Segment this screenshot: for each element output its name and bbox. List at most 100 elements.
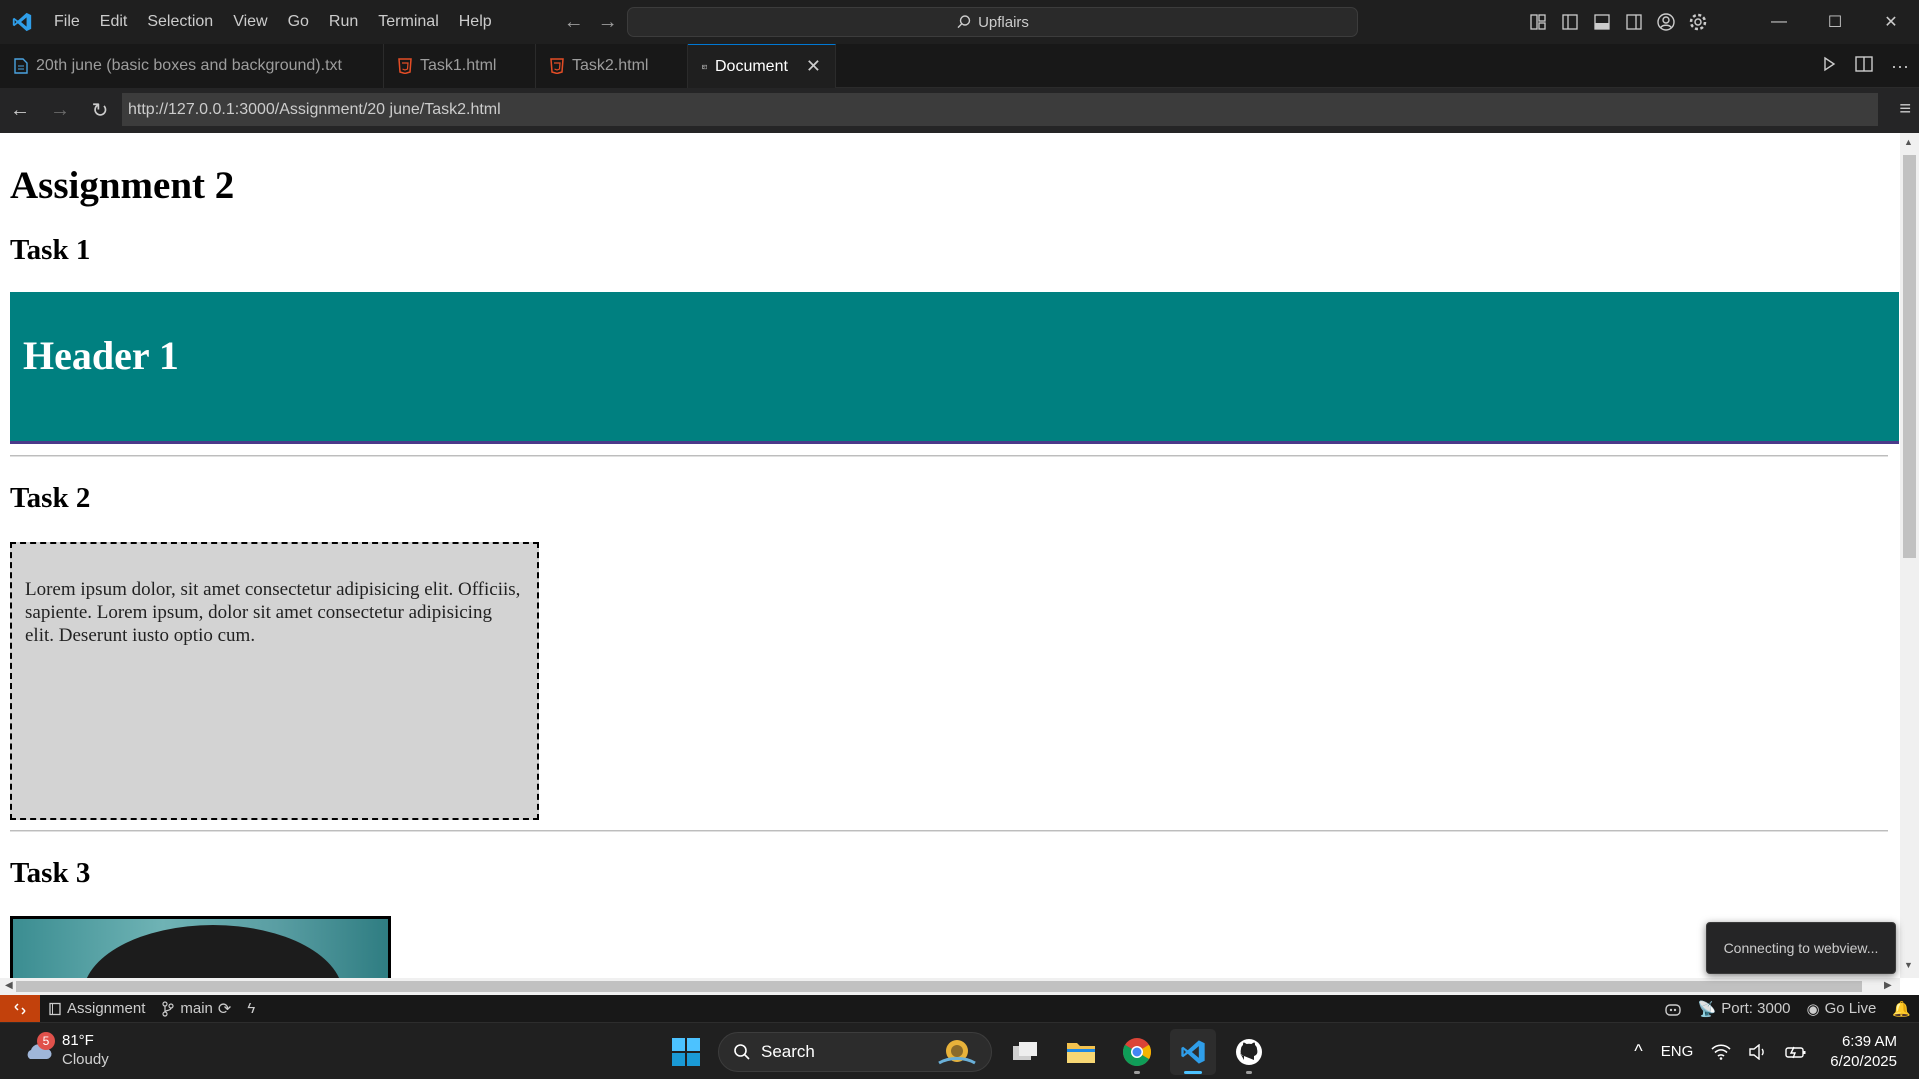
- tab-task2-html[interactable]: Task2.html: [536, 44, 688, 88]
- copilot-status[interactable]: [1656, 995, 1690, 1022]
- wifi-icon[interactable]: [1702, 1043, 1740, 1060]
- task-view-icon[interactable]: [1002, 1029, 1048, 1075]
- scroll-left-icon[interactable]: ◀: [5, 980, 13, 991]
- scroll-up-icon[interactable]: ▲: [1904, 137, 1913, 147]
- menu-help[interactable]: Help: [449, 7, 502, 37]
- chrome-icon[interactable]: [1114, 1029, 1160, 1075]
- menu-selection[interactable]: Selection: [137, 7, 223, 37]
- vscode-logo-icon: [0, 0, 44, 44]
- back-arrow-icon[interactable]: ←: [562, 11, 586, 34]
- scroll-down-icon[interactable]: ▼: [1904, 960, 1913, 970]
- status-folder[interactable]: Assignment: [40, 995, 153, 1022]
- notifications[interactable]: 🔔: [1884, 995, 1919, 1022]
- window-controls: — ☐ ✕: [1751, 0, 1919, 44]
- url-input[interactable]: [122, 93, 1878, 126]
- history-nav: ← →: [562, 11, 620, 34]
- scroll-thumb[interactable]: [16, 981, 1862, 992]
- horizontal-scrollbar[interactable]: ◀ ▶: [0, 978, 1900, 995]
- browser-menu-icon[interactable]: ≡: [1899, 98, 1911, 121]
- vertical-scrollbar[interactable]: ▲ ▼: [1900, 133, 1919, 978]
- battery-icon[interactable]: [1776, 1044, 1816, 1060]
- active-indicator: [1184, 1070, 1202, 1074]
- browser-back-icon[interactable]: ←: [0, 99, 40, 122]
- taskbar-search[interactable]: Search: [718, 1031, 992, 1072]
- maximize-icon[interactable]: ☐: [1807, 0, 1863, 44]
- scroll-thumb[interactable]: [1903, 155, 1916, 558]
- html-file-icon: [398, 58, 412, 74]
- search-highlight-icon: [938, 1039, 976, 1064]
- menu-run[interactable]: Run: [319, 7, 368, 37]
- close-window-icon[interactable]: ✕: [1863, 0, 1919, 44]
- split-editor-icon[interactable]: [1855, 55, 1873, 77]
- menu-go[interactable]: Go: [278, 7, 319, 37]
- reload-icon[interactable]: ↻: [80, 98, 120, 123]
- more-actions-icon[interactable]: ···: [1891, 56, 1909, 77]
- status-branch[interactable]: main ⟳: [153, 995, 239, 1022]
- status-lightning[interactable]: ϟ: [239, 995, 263, 1022]
- settings-gear-icon[interactable]: [1687, 11, 1709, 33]
- remote-indicator[interactable]: [0, 995, 40, 1022]
- clock[interactable]: 6:39 AM 6/20/2025: [1816, 1032, 1919, 1072]
- vscode-taskbar-icon[interactable]: [1170, 1028, 1216, 1075]
- forward-arrow-icon[interactable]: →: [596, 11, 620, 34]
- layout-controls: [1527, 0, 1709, 44]
- running-indicator: [1246, 1070, 1252, 1074]
- go-live-icon: ◉: [1806, 1000, 1820, 1018]
- customize-layout-icon[interactable]: [1527, 11, 1549, 33]
- copilot-icon: [1664, 1003, 1681, 1016]
- divider: [10, 455, 1888, 457]
- weather-widget[interactable]: 5 81°F Cloudy: [22, 1031, 109, 1069]
- account-icon[interactable]: [1655, 11, 1677, 33]
- volume-icon[interactable]: [1740, 1043, 1776, 1060]
- minimize-icon[interactable]: —: [1751, 0, 1807, 44]
- menu-view[interactable]: View: [223, 7, 277, 37]
- time: 6:39 AM: [1841, 1032, 1897, 1050]
- html-file-icon: [550, 58, 564, 74]
- search-label: Search: [761, 1041, 815, 1061]
- editor-actions: ···: [1821, 44, 1909, 88]
- system-tray: ^ ENG 6:39 AM 6/20/2025: [1625, 1023, 1919, 1079]
- windows-start-icon[interactable]: [664, 1030, 708, 1074]
- close-icon[interactable]: ✕: [806, 56, 821, 77]
- running-indicator: [1134, 1070, 1140, 1074]
- command-center[interactable]: Upflairs: [627, 7, 1358, 37]
- toggle-panel-icon[interactable]: [1591, 11, 1613, 33]
- tab-task1-html[interactable]: Task1.html: [384, 44, 536, 88]
- tab-document[interactable]: Document ✕: [688, 44, 836, 88]
- menu-edit[interactable]: Edit: [90, 7, 138, 37]
- port-status[interactable]: 📡 Port: 3000: [1690, 995, 1799, 1022]
- header-text: Header 1: [23, 333, 179, 378]
- git-branch-icon: [162, 1000, 174, 1017]
- menu-file[interactable]: File: [44, 7, 90, 37]
- divider: [10, 830, 1888, 832]
- browser-forward-icon[interactable]: →: [40, 99, 80, 122]
- github-icon[interactable]: [1226, 1029, 1272, 1075]
- toast-text: Connecting to webview...: [1723, 940, 1879, 956]
- run-icon[interactable]: [1821, 56, 1837, 77]
- scroll-right-icon[interactable]: ▶: [1884, 980, 1892, 991]
- tab-20th-june-txt[interactable]: 20th june (basic boxes and background).t…: [0, 44, 384, 88]
- editor-tabs: 20th june (basic boxes and background).t…: [0, 44, 1919, 88]
- browser-toolbar: ← → ↻ ≡: [0, 88, 1919, 133]
- go-live-label: Go Live: [1824, 1000, 1877, 1017]
- lorem-box: Lorem ipsum dolor, sit amet consectetur …: [10, 542, 539, 820]
- lorem-text: Lorem ipsum dolor, sit amet consectetur …: [25, 579, 521, 646]
- webview-toast: Connecting to webview...: [1706, 922, 1896, 974]
- toggle-secondary-sidebar-icon[interactable]: [1623, 11, 1645, 33]
- file-explorer-icon[interactable]: [1058, 1029, 1104, 1075]
- show-hidden-icons-icon[interactable]: ^: [1625, 1041, 1651, 1062]
- text-file-icon: [14, 58, 28, 74]
- vscode-window: File Edit Selection View Go Run Terminal…: [0, 0, 1919, 1079]
- menu-terminal[interactable]: Terminal: [368, 7, 448, 37]
- header-box: Header 1: [10, 292, 1899, 444]
- language-indicator[interactable]: ENG: [1652, 1043, 1703, 1060]
- task3-heading: Task 3: [10, 857, 91, 889]
- folder-book-icon: [49, 1002, 61, 1015]
- bell-icon: 🔔: [1892, 1000, 1911, 1018]
- toggle-primary-sidebar-icon[interactable]: [1559, 11, 1581, 33]
- weather-condition: Cloudy: [62, 1051, 109, 1068]
- go-live-button[interactable]: ◉ Go Live: [1799, 995, 1885, 1022]
- sync-icon[interactable]: ⟳: [218, 999, 231, 1019]
- menu-bar: File Edit Selection View Go Run Terminal…: [44, 0, 502, 44]
- tab-label: Document: [714, 57, 788, 75]
